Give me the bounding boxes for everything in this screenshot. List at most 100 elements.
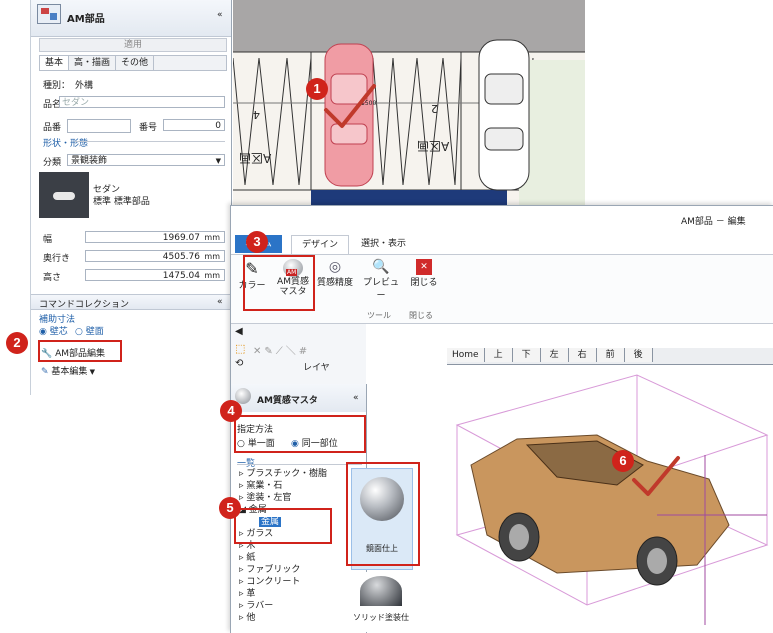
number-label: 番号	[139, 123, 158, 133]
close-button[interactable]: ✕ 閉じる	[409, 259, 439, 288]
plan-drawing	[233, 0, 585, 210]
tab-height-draw[interactable]: 高・描画	[69, 56, 117, 70]
height-field[interactable]: 1475.04 mm	[85, 269, 225, 281]
command-collection-title: コマンドコレクション	[39, 300, 130, 310]
collapse-icon[interactable]: «	[217, 297, 223, 307]
3d-preview-view[interactable]: Home 上下左右前後	[447, 348, 773, 633]
category-tree: ▹ プラスチック・樹脂 ▹ 窯業・石 ▹ 塗装・左官 ◢ 金属 金属 ▹ ガラス…	[239, 468, 347, 624]
width-field[interactable]: 1969.07 mm	[85, 231, 225, 243]
panel-title: AM部品	[67, 14, 105, 25]
group-tools-label: ツール	[367, 311, 391, 320]
callout-box-4	[234, 415, 366, 453]
plan-number-1: 4	[253, 108, 260, 121]
window-title: AM部品 － 編集	[681, 217, 746, 227]
category-select[interactable]: 景観装飾 ▼	[67, 154, 225, 166]
callout-badge-5: 5	[219, 497, 241, 519]
panel-header: AM部品 «	[31, 0, 231, 37]
view-bottom-button[interactable]: 下	[512, 348, 541, 362]
group-close-label: 閉じる	[409, 311, 433, 320]
texture-precision-button[interactable]: ◎ 質感精度	[315, 259, 355, 288]
preview-button[interactable]: 🔍 プレビュー	[361, 259, 401, 301]
name-field[interactable]: セダン	[59, 96, 225, 108]
height-value: 1475.04	[162, 271, 200, 281]
layer-label: レイヤ	[303, 363, 330, 373]
category-value: 景観装飾	[71, 156, 108, 166]
texture-precision-label: 質感精度	[316, 278, 353, 288]
edit-icon: ✎	[41, 367, 49, 377]
tree-item-plastic[interactable]: ▹ プラスチック・樹脂	[239, 468, 347, 480]
pin-icon[interactable]: ◀	[235, 326, 243, 337]
ribbon-tabs: ホーム デザイン 選択・表示	[231, 234, 773, 255]
swatch-solid-label: ソリッド塗装仕	[353, 613, 409, 622]
checkmark-icon	[632, 456, 680, 496]
preview-label: プレビュー	[362, 278, 399, 301]
tree-item-other[interactable]: ▹ 他	[239, 612, 347, 624]
tab-basic[interactable]: 基本	[40, 56, 70, 70]
radio-wall-face[interactable]: ○ 壁面	[75, 324, 104, 337]
tab-design[interactable]: デザイン	[291, 235, 350, 254]
tab-select-view[interactable]: 選択・表示	[351, 235, 416, 253]
callout-box-2	[38, 340, 122, 362]
view-left-button[interactable]: 左	[540, 348, 569, 362]
swatch-solid-paint[interactable]: ソリッド塗装仕	[351, 572, 411, 632]
select-tool-icon[interactable]: ⬚	[235, 342, 245, 355]
view-button-bar: Home 上下左右前後	[447, 348, 773, 365]
radio-wall-face-label: 壁面	[85, 327, 104, 337]
view-home-button[interactable]: Home	[447, 348, 485, 362]
view-right-button[interactable]: 右	[568, 348, 597, 362]
callout-box-5a	[234, 508, 332, 544]
callout-badge-2: 2	[6, 332, 28, 354]
radio-wall-center-label: 壁芯	[49, 327, 68, 337]
collapse-icon[interactable]: «	[353, 393, 359, 403]
number-field[interactable]: 0	[163, 119, 225, 131]
callout-box-3	[243, 255, 315, 311]
tree-item-fabric[interactable]: ▹ ファブリック	[239, 564, 347, 576]
callout-badge-4: 4	[220, 400, 242, 422]
close-label: 閉じる	[410, 278, 438, 288]
plan-view[interactable]: A区画 A区画 4 2 1500	[233, 0, 585, 210]
tab-other[interactable]: その他	[116, 56, 155, 70]
property-panel: AM部品 « 適用 基本 高・描画 その他 種別： 外構 品名 セダン 品番 番号 …	[30, 0, 232, 395]
plan-number-2: 2	[431, 102, 438, 115]
am-part-icon	[37, 4, 61, 24]
draw-tools-icon[interactable]: ✕✎⟋＼#	[253, 342, 310, 357]
width-value: 1969.07	[162, 233, 200, 243]
layer-button[interactable]: レイヤ	[303, 360, 330, 373]
property-tabs: 基本 高・描画 その他	[39, 55, 227, 71]
tree-item-leather[interactable]: ▹ 革	[239, 588, 347, 600]
depth-value: 4505.76	[162, 252, 200, 262]
view-back-button[interactable]: 後	[624, 348, 653, 362]
apply-button[interactable]: 適用	[39, 38, 227, 52]
view-top-button[interactable]: 上	[484, 348, 513, 362]
3d-car-model	[455, 374, 769, 625]
section-divider	[75, 141, 225, 142]
collapse-icon[interactable]: «	[217, 10, 223, 20]
close-icon: ✕	[416, 259, 432, 275]
plan-label-b: A区画	[417, 139, 450, 153]
paint-sphere-icon	[360, 576, 402, 606]
checkmark-icon	[324, 84, 376, 128]
view-front-button[interactable]: 前	[596, 348, 625, 362]
tree-item-ceramic[interactable]: ▹ 窯業・石	[239, 480, 347, 492]
basic-edit-label: 基本編集	[51, 367, 88, 377]
depth-field[interactable]: 4505.76 mm	[85, 250, 225, 262]
basic-edit-command[interactable]: ✎ 基本編集 ▼	[41, 364, 95, 377]
radio-wall-center[interactable]: ◉ 壁芯	[39, 324, 68, 337]
tree-item-paint[interactable]: ▹ 塗装・左官	[239, 492, 347, 504]
type-value: 外構	[75, 81, 94, 91]
width-label: 幅	[43, 235, 53, 245]
part-thumbnail	[39, 172, 89, 218]
depth-label: 奥行き	[43, 254, 71, 264]
tree-item-rubber[interactable]: ▹ ラバー	[239, 600, 347, 612]
height-label: 高さ	[43, 273, 62, 283]
callout-box-5b	[346, 462, 420, 566]
magnifier-icon: 🔍	[372, 259, 390, 275]
chevron-down-icon: ▼	[87, 368, 96, 376]
part-no-field[interactable]	[67, 119, 131, 133]
category-label: 分類	[43, 158, 62, 168]
tree-item-paper[interactable]: ▹ 紙	[239, 552, 347, 564]
plan-label-a: A区画	[239, 151, 272, 165]
rotate-icon[interactable]: ⟲	[235, 358, 243, 369]
callout-badge-3: 3	[246, 231, 268, 253]
tree-item-concrete[interactable]: ▹ コンクリート	[239, 576, 347, 588]
